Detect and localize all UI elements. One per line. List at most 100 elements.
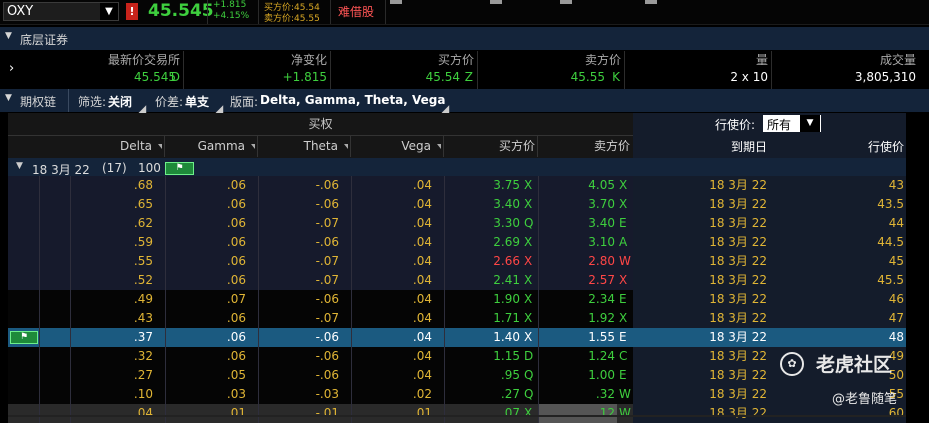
cell-theta: -.07 (315, 216, 339, 230)
option-row[interactable]: .10.03 -.03.02.27 Q .32 W 18 3月 22 55 (8, 385, 906, 404)
underlying-ask-exchange: K (612, 70, 620, 84)
option-row[interactable]: ⚑ .37.06 -.06.04 1.40 X 1.55 E 18 3月 22 48 (8, 328, 906, 347)
cell-bid[interactable]: .07 (444, 404, 520, 423)
cell-theta: -.06 (315, 292, 339, 306)
cell-ask[interactable]: .12 (539, 404, 615, 423)
spread-dropdown[interactable]: 单支 (185, 93, 209, 110)
col-header-expiration[interactable]: 到期日 (633, 138, 767, 155)
filter-value[interactable]: 关闭 (108, 95, 132, 109)
underlying-section-bar[interactable]: ▼ 底层证券 (0, 27, 929, 50)
chevron-right-icon[interactable]: › (9, 61, 14, 76)
cell-bid[interactable]: 2.41 (444, 271, 520, 290)
cell-ask[interactable]: 2.34 (539, 290, 615, 309)
spread-label: 价差: (155, 95, 184, 109)
scrollbar[interactable] (8, 415, 906, 417)
collapse-icon[interactable]: ▼ (16, 161, 23, 171)
alert-icon[interactable]: ! (126, 3, 138, 20)
cell-delta: .65 (133, 197, 153, 211)
underlying-header-size: 量 (755, 53, 768, 67)
col-header-delta[interactable]: Delta (8, 136, 165, 157)
tab-handle[interactable] (490, 0, 502, 4)
underlying-header-volume: 成交量 (879, 53, 916, 67)
collapse-icon[interactable]: ▼ (5, 31, 12, 41)
cell-ask[interactable]: 3.40 (539, 214, 615, 233)
flag-icon[interactable]: ⚑ (165, 162, 194, 175)
cell-ask[interactable]: 1.55 (539, 328, 615, 347)
cell-bid[interactable]: .95 (444, 366, 520, 385)
cell-bid[interactable]: 3.75 (444, 176, 520, 195)
cell-bid[interactable]: 1.71 (444, 309, 520, 328)
option-row[interactable]: .55 .06 -.07 .04 2.66 X 2.80 W 18 3月 22 45 (8, 252, 906, 271)
cell-bid[interactable]: .27 (444, 385, 520, 404)
cell-vega: .04 (412, 178, 432, 192)
chevron-down-icon[interactable]: ▼ (100, 3, 118, 20)
underlying-ask-value: 45.55 (570, 70, 605, 84)
cell-ask[interactable]: 3.10 (539, 233, 615, 252)
cell-bid[interactable]: 1.90 (444, 290, 520, 309)
expiration-days: (17) (102, 161, 127, 175)
layout-dropdown[interactable]: Delta, Gamma, Theta, Vega (260, 93, 445, 107)
cell-ask[interactable]: 1.24 (539, 347, 615, 366)
col-header-bid[interactable]: 买方价 (444, 136, 538, 157)
cell-delta: .43 (133, 311, 153, 325)
cell-ask[interactable]: 3.70 (539, 195, 615, 214)
cell-bid[interactable]: 1.40 (444, 328, 520, 347)
col-header-strike[interactable]: 行使价 (767, 138, 904, 155)
option-row[interactable]: .68 .06 -.06 .04 3.75 X 4.05 X 18 3月 22 43 (8, 176, 906, 195)
col-header-gamma[interactable]: Gamma (165, 136, 258, 157)
cell-ask[interactable]: 2.57 (539, 271, 615, 290)
col-header-ask[interactable]: 卖方价 (538, 136, 633, 157)
option-row[interactable]: .62 .06 -.07 .04 3.30 Q 3.40 E 18 3月 22 44 (8, 214, 906, 233)
cell-ask[interactable]: 1.00 (539, 366, 615, 385)
filter-dropdown[interactable]: 关闭 (108, 93, 132, 110)
cell-expiration: 18 3月 22 (709, 406, 767, 420)
cell-ask[interactable]: 2.80 (539, 252, 615, 271)
cell-bid[interactable]: 3.40 (444, 195, 520, 214)
cell-bid[interactable]: 1.15 (444, 347, 520, 366)
cell-expiration: 18 3月 22 (709, 273, 767, 287)
sort-icon[interactable] (158, 144, 162, 149)
sort-icon[interactable] (251, 144, 255, 149)
layout-value[interactable]: Delta, Gamma, Theta, Vega (260, 93, 445, 107)
cell-ask[interactable]: 4.05 (539, 176, 615, 195)
collapse-icon[interactable]: ▼ (5, 93, 12, 103)
symbol-selector[interactable]: OXY ▼ (3, 2, 119, 21)
cell-ask-exchange: X (619, 311, 628, 325)
tab-handle[interactable] (560, 0, 572, 4)
expand-toggle[interactable]: › (0, 51, 24, 89)
cell-ask-exchange: W (619, 254, 631, 268)
option-row[interactable]: .59 .06 -.06 .04 2.69 X 3.10 A 18 3月 22 44.5 (8, 233, 906, 252)
option-row[interactable]: .52 .06 -.07 .04 2.41 X 2.57 X 18 3月 22 45.5 (8, 271, 906, 290)
col-header-vega[interactable]: Vega (351, 136, 444, 157)
divider (207, 0, 208, 24)
cell-expiration: 18 3月 22 (709, 197, 767, 211)
chevron-down-icon[interactable]: ▼ (800, 115, 820, 132)
col-header-theta[interactable]: Theta (258, 136, 351, 157)
option-row[interactable]: .32.06 -.06.04 1.15 D 1.24 C 18 3月 22 49 (8, 347, 906, 366)
sort-icon[interactable] (344, 144, 348, 149)
strike-grid-header: 行使价: 所有 ▼ 到期日 行使价 (633, 113, 906, 158)
cell-bid[interactable]: 2.69 (444, 233, 520, 252)
option-row[interactable]: .65 .06 -.06 .04 3.40 X 3.70 X 18 3月 22 43.5 (8, 195, 906, 214)
spread-value[interactable]: 单支 (185, 95, 209, 109)
cell-vega: .04 (412, 330, 432, 344)
cell-ask[interactable]: 1.92 (539, 309, 615, 328)
underlying-header-net-change: 净变化 (290, 53, 327, 67)
option-row[interactable]: .27.05 -.06.04.95 Q 1.00 E 18 3月 22 50 (8, 366, 906, 385)
tab-handle[interactable] (390, 0, 402, 4)
option-row[interactable]: .04.01 -.01.01.07 X .12 W 18 3月 22 60 (8, 404, 906, 423)
cell-ask[interactable]: .32 (539, 385, 615, 404)
cell-bid-exchange: X (524, 311, 533, 325)
underlying-volume-value: 3,805,310 (854, 70, 916, 84)
col-header-label: Delta (119, 139, 152, 153)
cell-bid[interactable]: 2.66 (444, 252, 520, 271)
option-row[interactable]: .49 .07 -.06 .04 1.90 X 2.34 E 18 3月 22 46 (8, 290, 906, 309)
symbol-value[interactable]: OXY (7, 4, 33, 19)
cell-bid[interactable]: 3.30 (444, 214, 520, 233)
strikes-value[interactable]: 所有 (767, 116, 791, 133)
tab-handle[interactable] (645, 0, 657, 4)
strikes-dropdown[interactable]: 所有 ▼ (763, 115, 821, 132)
cell-theta: -.01 (315, 406, 339, 420)
option-row[interactable]: .43 .06 -.07 .04 1.71 X 1.92 X 18 3月 22 47 (8, 309, 906, 328)
sort-icon[interactable] (437, 144, 441, 149)
